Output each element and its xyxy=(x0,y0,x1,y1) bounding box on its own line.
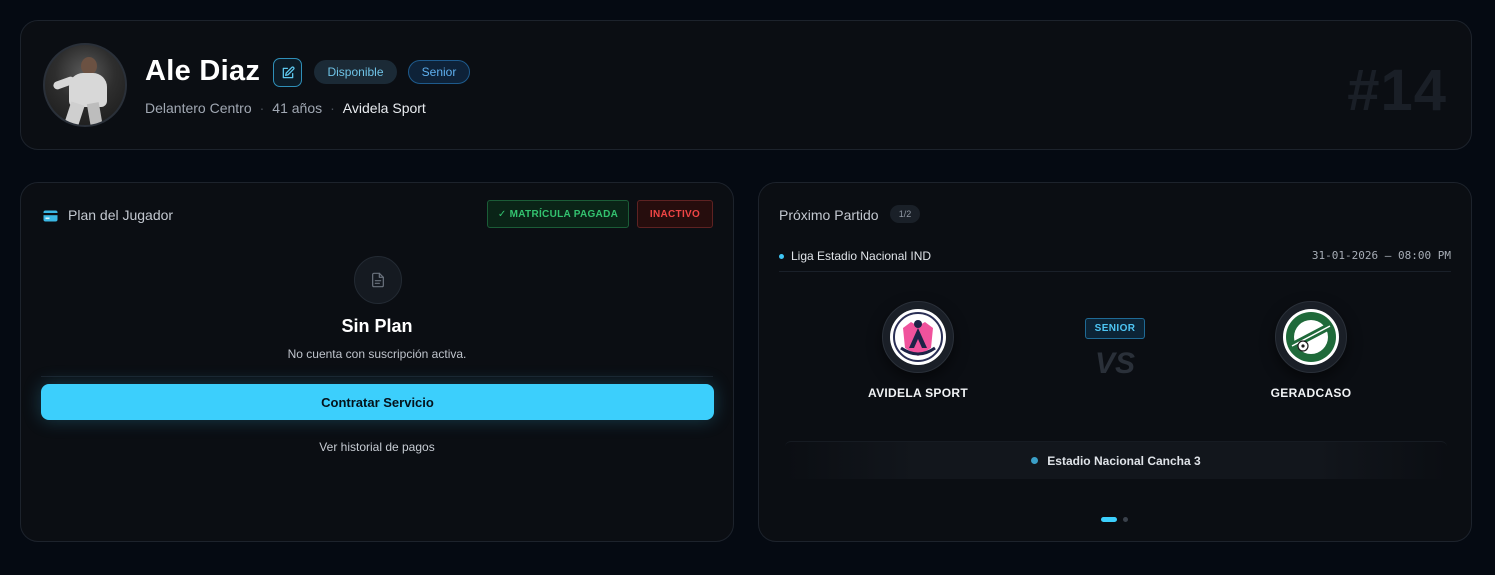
plan-status-badge: INACTIVO xyxy=(637,200,713,228)
avidela-sport-crest-icon xyxy=(890,309,946,365)
empty-plan-title: Sin Plan xyxy=(341,316,413,336)
hire-service-button[interactable]: Contratar Servicio xyxy=(41,384,714,420)
venue-row: Estadio Nacional Cancha 3 xyxy=(785,441,1447,479)
player-plan-card: Plan del Jugador ✓ MATRÍCULA PAGADA INAC… xyxy=(20,182,734,542)
enrollment-paid-badge: ✓ MATRÍCULA PAGADA xyxy=(487,200,629,228)
venue-name: Estadio Nacional Cancha 3 xyxy=(1047,453,1201,468)
next-match-card: Próximo Partido 1/2 Liga Estadio Naciona… xyxy=(758,182,1472,542)
match-counter: 1/2 xyxy=(890,205,920,223)
home-team-name: AVIDELA SPORT xyxy=(868,386,968,400)
availability-badge: Disponible xyxy=(314,60,397,84)
player-age: 41 años xyxy=(272,100,323,116)
meta-separator: · xyxy=(259,100,265,116)
match-datetime: 31-01-2026 — 08:00 PM xyxy=(1311,249,1451,262)
versus-label: VS xyxy=(1094,347,1136,380)
credit-card-icon xyxy=(43,210,58,222)
payment-history-link[interactable]: Ver historial de pagos xyxy=(21,440,733,454)
pager-dot[interactable] xyxy=(1123,517,1128,522)
pencil-square-icon xyxy=(282,65,295,78)
geradcaso-crest-icon xyxy=(1283,309,1339,365)
category-badge: Senior xyxy=(408,60,470,84)
player-club: Avidela Sport xyxy=(342,100,426,116)
match-category-badge: SENIOR xyxy=(1085,318,1145,339)
dot-icon xyxy=(779,253,784,259)
player-meta: Delantero Centro · 41 años · Avidela Spo… xyxy=(145,100,426,116)
meta-separator: · xyxy=(330,100,335,116)
away-team-name: GERADCASO xyxy=(1270,386,1352,400)
league-name: Liga Estadio Nacional IND xyxy=(791,249,932,263)
edit-player-button[interactable] xyxy=(273,58,302,87)
divider xyxy=(41,376,713,377)
empty-plan-icon-wrap xyxy=(354,256,402,304)
next-match-title: Próximo Partido xyxy=(779,207,879,223)
document-icon xyxy=(372,272,384,288)
divider xyxy=(779,271,1451,272)
player-avatar xyxy=(43,43,127,127)
player-name: Ale Diaz xyxy=(145,55,261,87)
home-team-logo xyxy=(882,301,954,373)
player-position: Delantero Centro xyxy=(145,100,252,116)
match-pager xyxy=(1101,517,1128,522)
away-team-logo xyxy=(1275,301,1347,373)
empty-plan-description: No cuenta con suscripción activa. xyxy=(287,347,467,361)
plan-card-title: Plan del Jugador xyxy=(68,207,174,223)
jersey-number: #14 xyxy=(1347,58,1447,123)
league-row: Liga Estadio Nacional IND xyxy=(779,249,931,263)
pager-dot-active[interactable] xyxy=(1101,517,1117,522)
player-header-card: Ale Diaz Disponible Senior Delantero Cen… xyxy=(20,20,1472,150)
location-dot-icon xyxy=(1031,457,1039,464)
